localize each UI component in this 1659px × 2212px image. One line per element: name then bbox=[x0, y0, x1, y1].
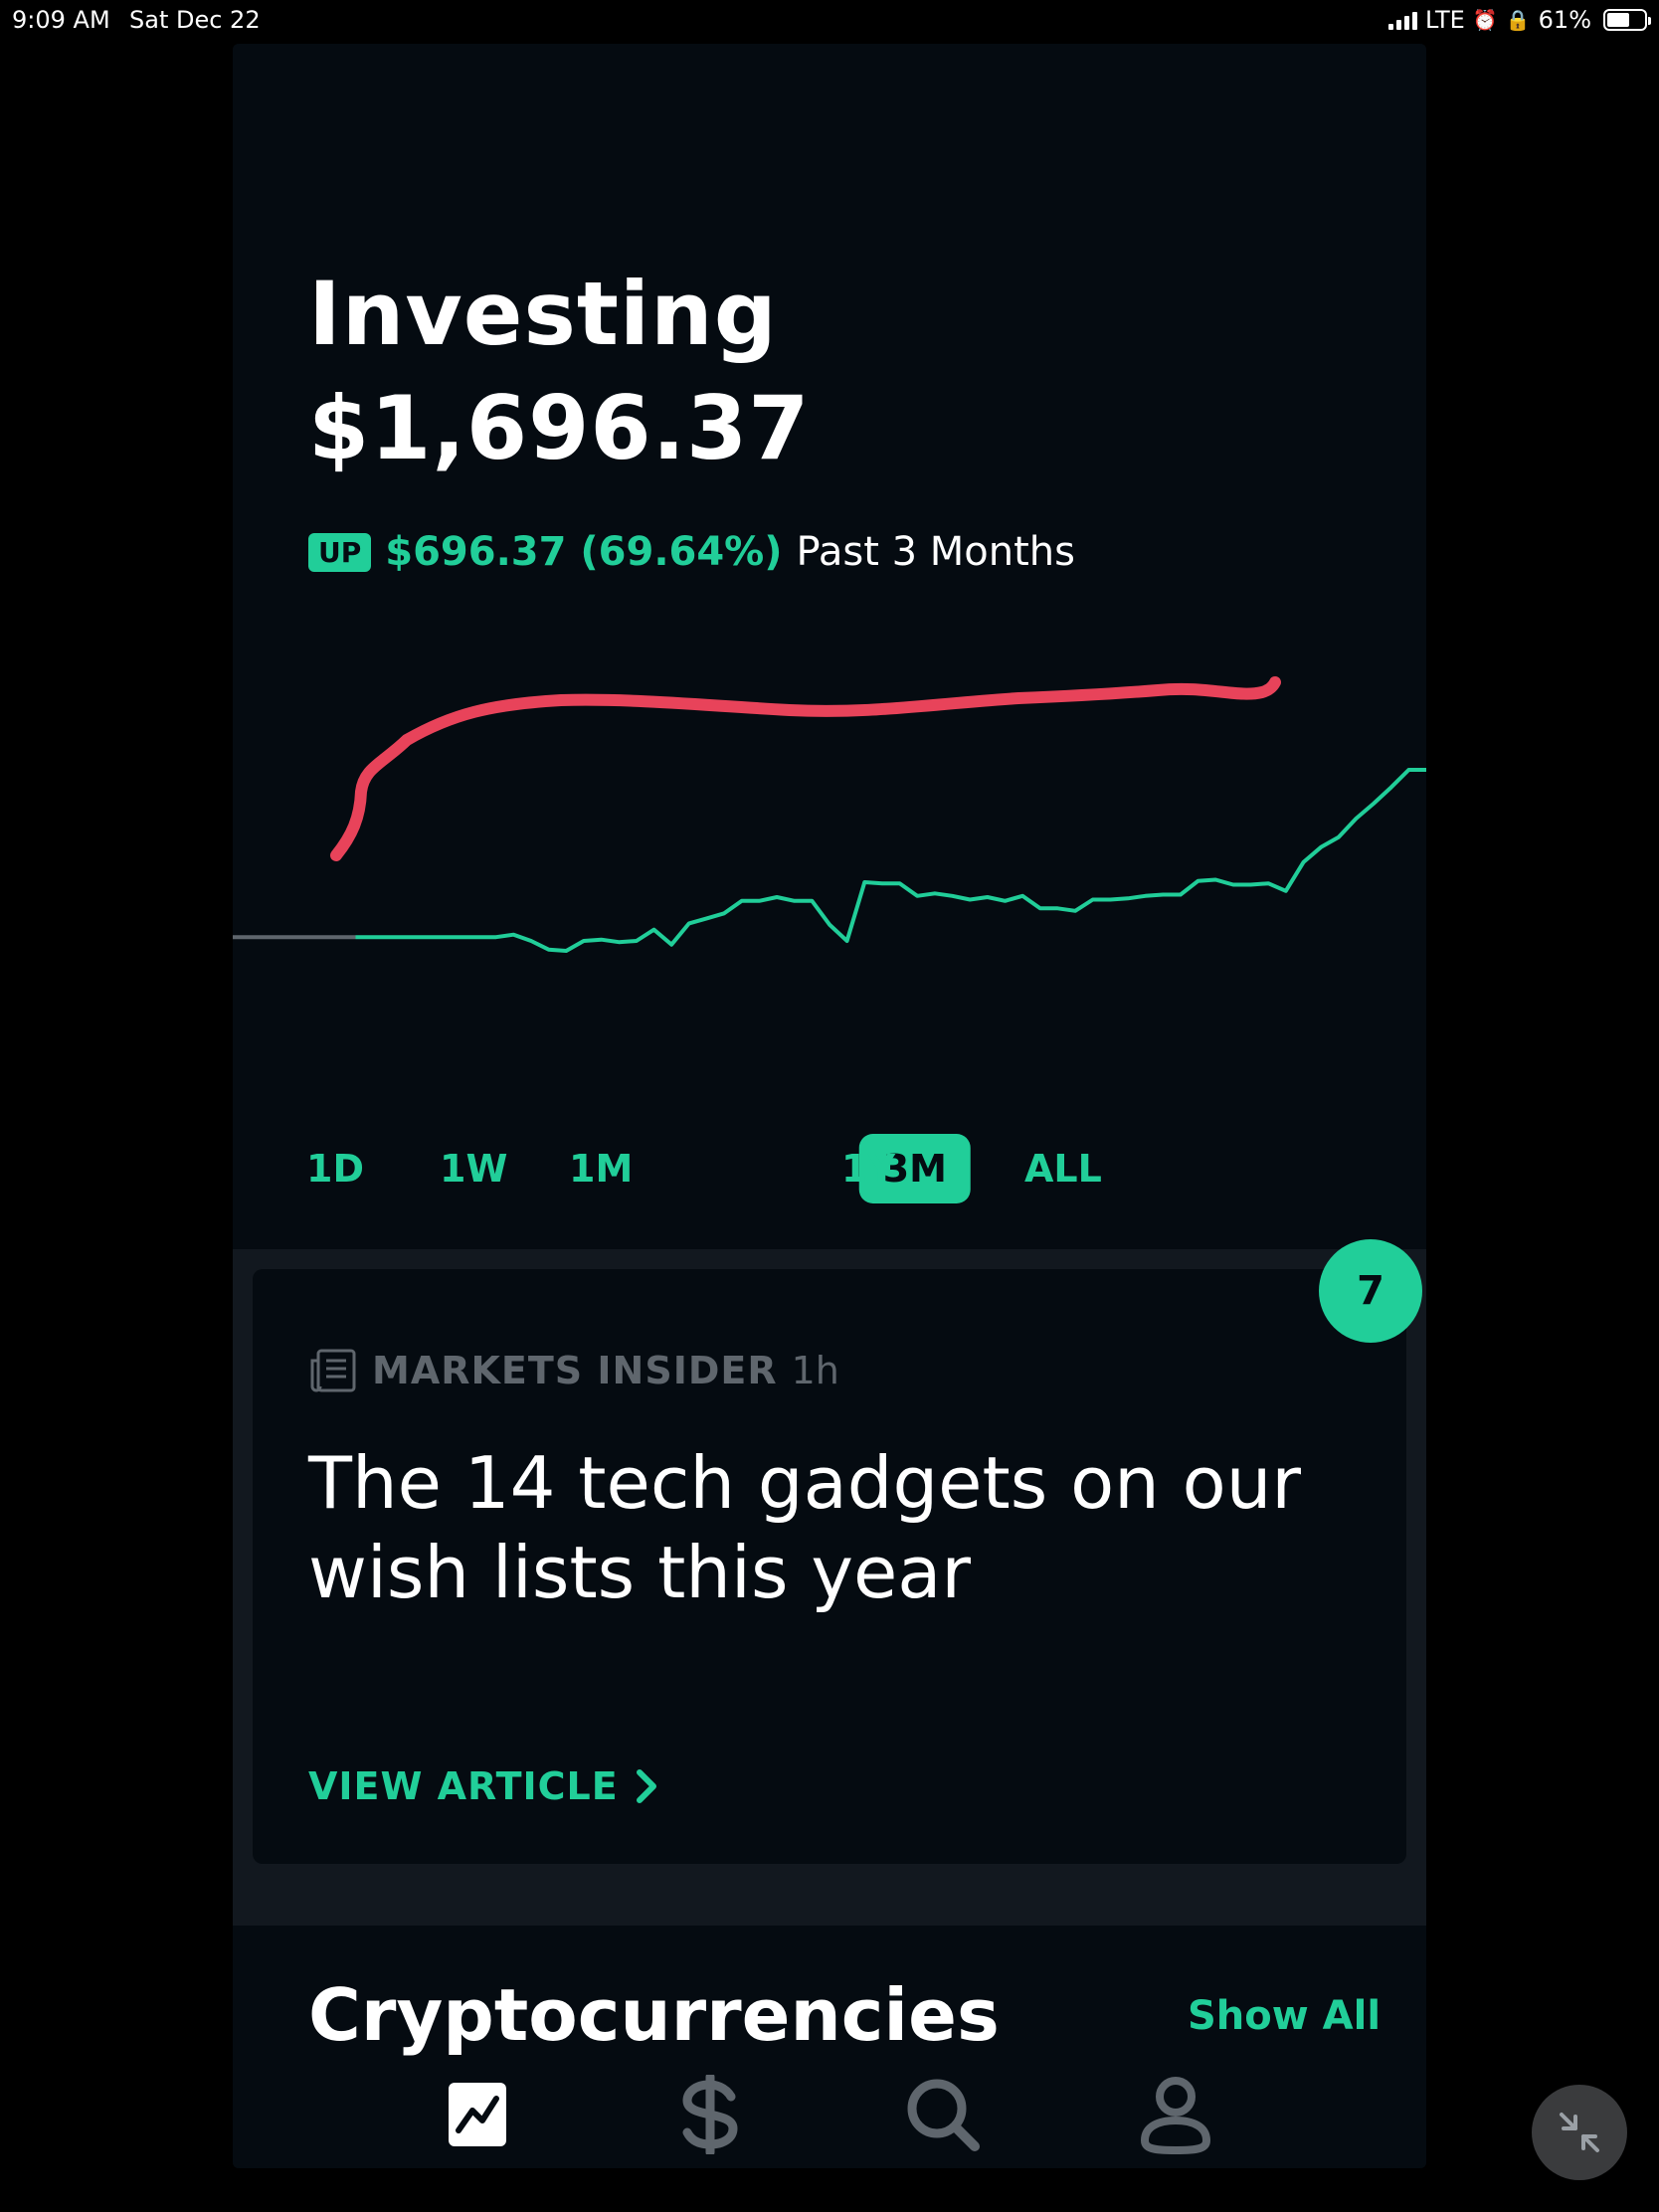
collapse-window-button[interactable] bbox=[1532, 2085, 1627, 2180]
alarm-icon: ⏰ bbox=[1472, 8, 1498, 32]
battery-icon bbox=[1603, 9, 1651, 31]
crypto-title: Cryptocurrencies bbox=[308, 1973, 1000, 2057]
news-source: MARKETS INSIDER bbox=[372, 1349, 778, 1392]
change-row: UP $696.37 (69.64%) Past 3 Months bbox=[308, 529, 1075, 575]
tab-search[interactable] bbox=[895, 2067, 991, 2162]
range-all[interactable]: ALL bbox=[1001, 1134, 1126, 1203]
chart-icon bbox=[449, 2083, 506, 2146]
news-age: 1h bbox=[791, 1349, 839, 1392]
change-amount: $696.37 (69.64%) bbox=[385, 529, 783, 575]
direction-badge: UP bbox=[308, 532, 372, 572]
change-period: Past 3 Months bbox=[796, 529, 1075, 575]
network-label: LTE bbox=[1424, 6, 1465, 34]
news-card[interactable]: MARKETS INSIDER 1h The 14 tech gadgets o… bbox=[253, 1269, 1406, 1864]
status-bar: 9:09 AM Sat Dec 22 LTE ⏰ 🔒 61% bbox=[0, 0, 1659, 40]
tab-cash[interactable] bbox=[662, 2067, 758, 2162]
status-indicators: LTE ⏰ 🔒 61% bbox=[1387, 6, 1651, 34]
view-article-label: VIEW ARTICLE bbox=[308, 1764, 619, 1808]
range-1w[interactable]: 1W bbox=[416, 1134, 531, 1203]
annotation-scribble bbox=[330, 676, 1281, 861]
portfolio-chart[interactable] bbox=[233, 641, 1426, 1138]
tab-bar bbox=[233, 2057, 1426, 2168]
range-1m[interactable]: 1M bbox=[545, 1134, 656, 1203]
show-all-button[interactable]: Show All bbox=[1188, 1993, 1381, 2039]
dollar-icon bbox=[682, 2075, 738, 2154]
range-1d[interactable]: 1D bbox=[282, 1134, 388, 1203]
status-time: 9:09 AM bbox=[12, 6, 110, 34]
chart-series-line bbox=[355, 768, 1426, 953]
status-date: Sat Dec 22 bbox=[129, 6, 261, 34]
portfolio-hero: Investing $1,696.37 UP $696.37 (69.64%) … bbox=[233, 44, 1426, 1249]
tab-account[interactable] bbox=[1128, 2067, 1223, 2162]
news-count-badge[interactable]: 7 bbox=[1319, 1239, 1422, 1343]
page-title: Investing bbox=[308, 263, 778, 365]
battery-percent: 61% bbox=[1538, 6, 1591, 34]
search-icon bbox=[907, 2079, 980, 2151]
news-meta: MARKETS INSIDER 1h bbox=[308, 1349, 839, 1392]
view-article-link[interactable]: VIEW ARTICLE bbox=[308, 1764, 658, 1808]
signal-icon bbox=[1387, 10, 1417, 30]
tab-home[interactable] bbox=[430, 2067, 525, 2162]
range-selector: 1D 1W 1M 3M 1Y ALL bbox=[233, 1134, 1426, 1213]
collapse-icon bbox=[1560, 2113, 1599, 2152]
range-1y[interactable]: 1Y bbox=[818, 1134, 919, 1203]
newspaper-icon bbox=[310, 1349, 356, 1392]
chevron-right-icon bbox=[636, 1769, 656, 1803]
news-headline[interactable]: The 14 tech gadgets on our wish lists th… bbox=[308, 1438, 1303, 1617]
orientation-lock-icon: 🔒 bbox=[1505, 8, 1531, 32]
portfolio-value: $1,696.37 bbox=[308, 377, 811, 479]
app-window: Investing $1,696.37 UP $696.37 (69.64%) … bbox=[233, 44, 1426, 2168]
news-section: MARKETS INSIDER 1h The 14 tech gadgets o… bbox=[233, 1239, 1426, 1926]
account-icon bbox=[1140, 2077, 1211, 2154]
